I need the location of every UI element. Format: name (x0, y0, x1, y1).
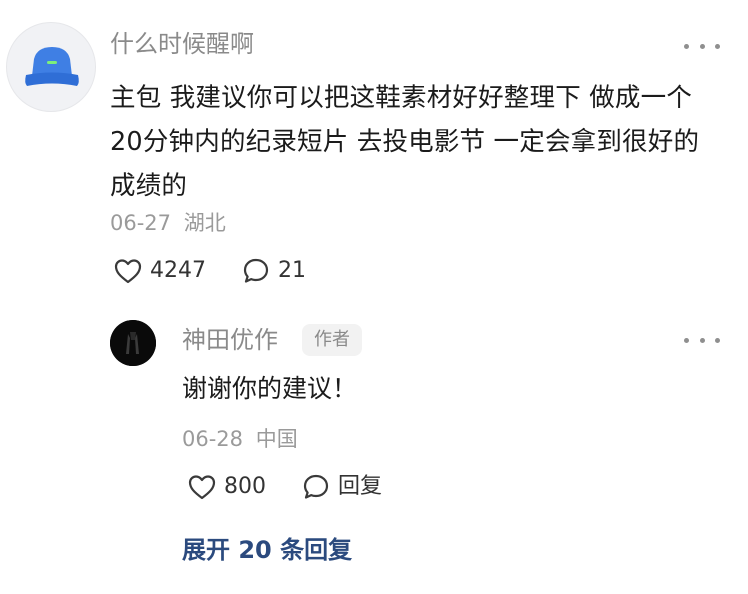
like-count: 4247 (150, 258, 206, 283)
dark-figure-icon (110, 320, 156, 366)
reply-meta: 06-28 中国 (182, 424, 298, 454)
reply-location: 中国 (255, 427, 298, 451)
comment-text: 主包 我建议你可以把这鞋素材好好整理下 做成一个20分钟内的纪录短片 去投电影节… (110, 83, 700, 201)
heart-icon (188, 475, 216, 500)
comment-meta: 06-27 湖北 (110, 208, 226, 238)
reply-more-options-icon[interactable] (684, 332, 720, 348)
avatar[interactable] (6, 22, 96, 112)
reply-count-button[interactable]: 21 (242, 256, 306, 286)
chat-bubble-icon (243, 258, 269, 283)
more-options-icon[interactable] (684, 38, 720, 54)
comment-date: 06-27 (110, 211, 172, 235)
comment-actions: 4247 21 (114, 256, 342, 286)
bucket-hat-icon (25, 47, 79, 86)
heart-icon (114, 259, 142, 284)
reply-count: 21 (278, 258, 306, 283)
comment-location: 湖北 (183, 211, 226, 235)
reply-text: 谢谢你的建议！ (182, 374, 358, 403)
reply-avatar[interactable] (110, 320, 156, 366)
reply-date: 06-28 (182, 427, 244, 451)
reply-actions: 800 回复 (188, 472, 418, 502)
comment-username[interactable]: 什么时候醒啊 (110, 26, 254, 62)
reply-like-button[interactable]: 800 (188, 472, 266, 502)
reply-username[interactable]: 神田优作 (182, 322, 278, 358)
author-badge: 作者 (302, 324, 362, 356)
expand-replies-link[interactable]: 展开 20 条回复 (182, 532, 352, 568)
reply-button-label: 回复 (338, 474, 383, 499)
like-button[interactable]: 4247 (114, 256, 206, 286)
reply-button[interactable]: 回复 (302, 472, 382, 502)
reply-like-count: 800 (224, 474, 266, 499)
chat-bubble-icon (303, 474, 329, 499)
